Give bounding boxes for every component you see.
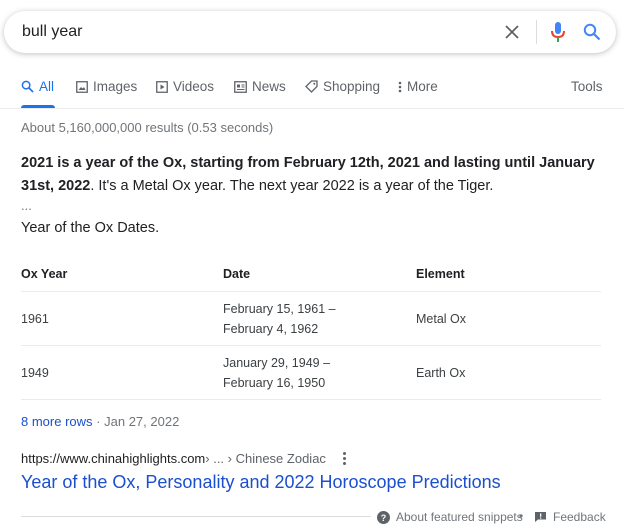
help-icon: ? [377,510,390,524]
snippet-subtitle: Year of the Ox Dates. [21,220,160,236]
more-rows-line: 8 more rows · Jan 27, 2022 [21,414,179,429]
more-options-icon[interactable] [340,452,350,465]
tab-images[interactable]: Images [76,79,137,94]
tab-label: All [39,79,55,94]
search-input[interactable]: bull year [22,23,82,41]
tab-news[interactable]: News [234,79,286,94]
separator: · [96,414,101,429]
feedback-label: Feedback [553,510,606,524]
search-tabs: All Images Videos News Shopping More Too… [0,74,624,109]
svg-text:?: ? [381,513,387,523]
snippet-date: Jan 27, 2022 [104,414,180,429]
table-cell-year: 1949 [21,345,223,400]
table-header: Ox Year [21,267,68,281]
table-row: 1949 January 29, 1949 – February 16, 195… [21,345,601,400]
table-row: 1961 February 15, 1961 – February 4, 196… [21,291,601,346]
active-tab-indicator [21,105,55,108]
feedback-icon [535,512,546,522]
more-vert-icon [398,81,402,92]
table-cell-date: January 29, 1949 – February 16, 1950 [223,345,416,400]
about-label: About featured snippets [396,510,523,524]
tools-button[interactable]: Tools [571,79,603,94]
search-icon[interactable] [580,20,604,44]
table-cell-date: February 15, 1961 – February 4, 1962 [223,291,416,346]
tab-label: Shopping [323,79,381,94]
feedback-button[interactable]: Feedback [534,510,606,524]
separator: • [519,509,524,523]
microphone-icon[interactable] [546,20,570,44]
tab-label: News [252,79,286,94]
video-icon [156,80,168,93]
result-stats: About 5,160,000,000 results (0.53 second… [21,120,274,135]
table-cell-element: Earth Ox [416,345,601,400]
result-title-link[interactable]: Year of the Ox, Personality and 2022 Hor… [21,472,501,493]
snippet-ellipsis: ... [21,198,32,213]
result-url[interactable]: https://www.chinahighlights.com [21,451,205,466]
ox-dates-table: Ox Year Date Element 1961 February 15, 1… [21,257,601,400]
table-cell-element: Metal Ox [416,291,601,346]
tag-icon [305,80,318,93]
result-url-line: https://www.chinahighlights.com › ... › … [21,451,350,466]
table-cell-year: 1961 [21,291,223,346]
tab-label: More [407,79,438,94]
divider [21,516,371,517]
search-bar: bull year [4,11,616,53]
more-rows-link[interactable]: 8 more rows [21,414,93,429]
table-header: Element [416,267,465,281]
search-icon [21,80,34,93]
tab-all[interactable]: All [21,79,54,94]
snippet-rest: . It's a Metal Ox year. The next year 20… [90,178,494,194]
table-header: Date [223,267,251,281]
news-icon [234,80,247,93]
tab-more[interactable]: More [398,79,438,94]
tab-label: Videos [173,79,215,94]
divider [536,20,537,44]
about-featured-snippets[interactable]: ? About featured snippets [377,510,523,524]
tab-videos[interactable]: Videos [156,79,214,94]
image-icon [76,80,88,93]
result-breadcrumb: › ... › Chinese Zodiac [205,451,326,466]
clear-icon[interactable] [500,20,524,44]
tab-label: Images [93,79,138,94]
tab-shopping[interactable]: Shopping [305,79,380,94]
featured-snippet-text: 2021 is a year of the Ox, starting from … [21,152,596,198]
